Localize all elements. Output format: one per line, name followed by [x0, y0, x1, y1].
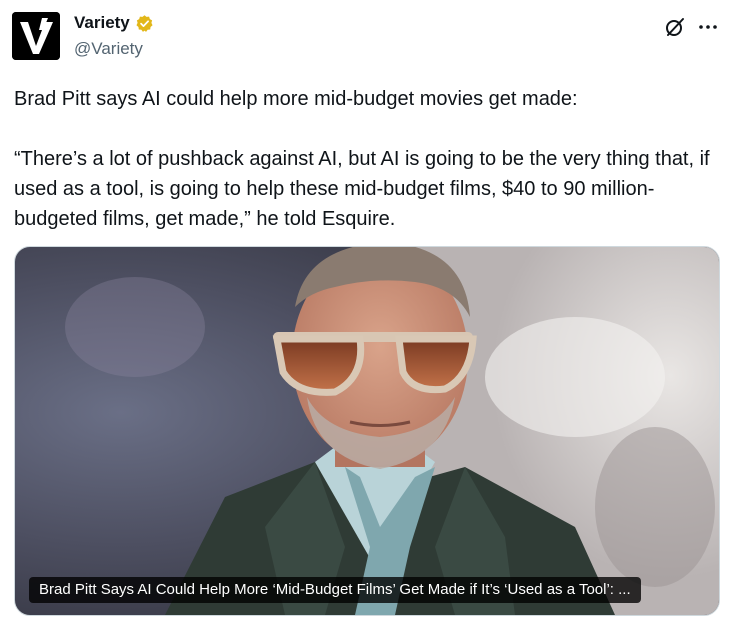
author-name-row: Variety	[74, 13, 154, 33]
avatar[interactable]	[12, 12, 60, 60]
author-display-name[interactable]: Variety	[74, 13, 130, 33]
more-icon[interactable]	[696, 15, 720, 39]
grok-icon[interactable]	[663, 15, 687, 39]
tweet-text-quote: “There’s a lot of pushback against AI, b…	[14, 148, 710, 230]
author-handle[interactable]: @Variety	[74, 39, 143, 59]
tweet-text: Brad Pitt says AI could help more mid-bu…	[14, 84, 720, 234]
media-card[interactable]: Brad Pitt Says AI Could Help More ‘Mid-B…	[14, 246, 720, 616]
tweet-text-line1: Brad Pitt says AI could help more mid-bu…	[14, 88, 578, 110]
verified-badge-icon[interactable]	[135, 14, 154, 33]
variety-logo-icon	[12, 12, 60, 60]
brad-pitt-photo	[15, 247, 719, 615]
media-caption[interactable]: Brad Pitt Says AI Could Help More ‘Mid-B…	[29, 577, 641, 603]
